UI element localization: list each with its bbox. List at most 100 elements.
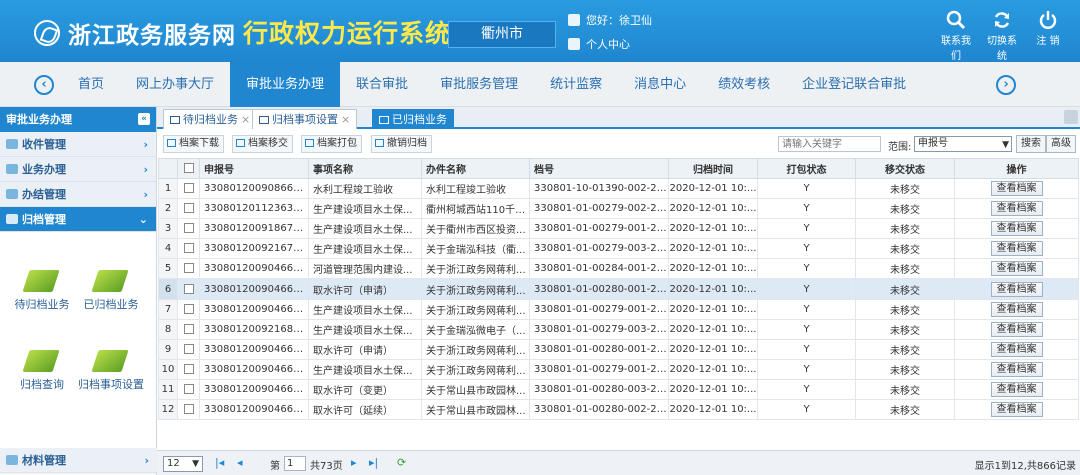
row-checkbox[interactable] (177, 198, 200, 220)
nav-item-enterprise[interactable]: 企业登记联合审批 (786, 62, 922, 107)
tile-pending-archive[interactable]: 待归档业务 (9, 266, 75, 312)
checkbox[interactable] (183, 243, 194, 254)
col-header[interactable]: 事项名称 (308, 158, 422, 179)
table-row[interactable]: 3 3308012009186781... 生产建设项目水土保... 关于衢州市西区投… (158, 218, 1079, 240)
tab-archive-settings[interactable]: 归档事项设置 × (252, 109, 358, 129)
row-checkbox[interactable] (177, 298, 200, 320)
view-archive-button[interactable]: 查看档案 (990, 321, 1043, 337)
row-checkbox[interactable] (177, 338, 200, 360)
city-selector[interactable]: 衢州市 (448, 21, 556, 48)
nav-item-joint-approval[interactable]: 联合审批 (340, 62, 424, 107)
sidebar-group-completed[interactable]: 办结管理 › (0, 182, 156, 207)
nav-item-statistics[interactable]: 统计监察 (534, 62, 618, 107)
view-archive-button[interactable]: 查看档案 (990, 241, 1043, 257)
table-row[interactable]: 11 3308012009046638... 取水许可（变更） 关于常山县市政园林..… (158, 378, 1079, 401)
view-archive-button[interactable]: 查看档案 (990, 221, 1043, 237)
nav-prev-arrow-icon[interactable]: ‹ (34, 75, 54, 95)
checkbox[interactable] (183, 343, 194, 354)
scope-select[interactable]: 申报号 ▼ (914, 136, 1012, 152)
col-header[interactable]: 打包状态 (757, 158, 856, 179)
checkbox[interactable] (183, 404, 194, 415)
view-archive-button[interactable]: 查看档案 (990, 381, 1043, 397)
nav-next-arrow-icon[interactable]: › (996, 75, 1016, 95)
view-archive-button[interactable]: 查看档案 (990, 281, 1043, 297)
close-icon[interactable]: × (341, 113, 350, 126)
tab-pending-archive[interactable]: 待归档业务 × (163, 109, 258, 129)
refresh-icon[interactable]: ⟳ (397, 456, 406, 469)
table-row[interactable]: 8 3308012009216800... 生产建设项目水土保... 关于金瑞泓微电子… (158, 318, 1079, 340)
checkbox[interactable] (183, 223, 194, 234)
table-row[interactable]: 12 3308012009046637... 取水许可（延续） 关于常山县市政园林..… (158, 399, 1079, 421)
first-page-icon[interactable]: |◂ (215, 456, 224, 469)
col-header[interactable]: 办件名称 (421, 158, 530, 179)
row-checkbox[interactable] (177, 358, 200, 380)
col-header[interactable]: 档号 (529, 158, 669, 179)
transfer-archive-button[interactable]: 档案移交 (232, 135, 293, 153)
table-row[interactable]: 7 3308012009046639... 生产建设项目水土保... 关于浙江政务网蒋… (158, 298, 1079, 320)
last-page-icon[interactable]: ▸| (369, 456, 378, 469)
collapse-icon[interactable]: « (138, 113, 150, 125)
sidebar-group-materials[interactable]: 材料管理 › (0, 448, 157, 473)
row-checkbox[interactable] (177, 318, 200, 340)
checkbox[interactable] (183, 203, 194, 214)
table-row[interactable]: 4 3308012009216798... 生产建设项目水土保... 关于金瑞泓科技（… (158, 238, 1079, 260)
col-header[interactable]: 申报号 (199, 158, 309, 179)
next-page-icon[interactable]: ▸ (351, 456, 357, 469)
logout-button[interactable]: 注 销 (1030, 10, 1066, 62)
switch-system-button[interactable]: 切换系统 (984, 10, 1020, 62)
advanced-search-button[interactable]: 高级 (1046, 135, 1076, 153)
row-checkbox[interactable] (177, 218, 200, 240)
view-archive-button[interactable]: 查看档案 (990, 301, 1043, 317)
revoke-archive-button[interactable]: 撤销归档 (371, 135, 432, 153)
tile-archive-query[interactable]: 归档查询 (9, 346, 75, 392)
tile-archived[interactable]: 已归档业务 (78, 266, 144, 312)
nav-item-messages[interactable]: 消息中心 (618, 62, 702, 107)
view-archive-button[interactable]: 查看档案 (990, 181, 1043, 197)
col-header[interactable]: 操作 (954, 158, 1079, 179)
nav-item-online-hall[interactable]: 网上办事大厅 (120, 62, 230, 107)
view-archive-button[interactable]: 查看档案 (990, 261, 1043, 277)
view-archive-button[interactable]: 查看档案 (990, 402, 1043, 418)
table-row[interactable]: 1 3308012009086671... 水利工程竣工验收 水利工程竣工验收 3308… (158, 177, 1079, 200)
view-archive-button[interactable]: 查看档案 (990, 341, 1043, 357)
row-checkbox[interactable] (177, 278, 200, 300)
checkbox[interactable] (183, 363, 194, 374)
page-size-select[interactable]: 12 ▼ (163, 456, 203, 472)
prev-page-icon[interactable]: ◂ (237, 456, 243, 469)
sidebar-group-archive[interactable]: 归档管理 ⌄ (0, 207, 156, 232)
close-icon[interactable]: × (241, 113, 250, 126)
contact-us-button[interactable]: 联系我们 (938, 10, 974, 62)
row-checkbox[interactable] (177, 399, 200, 421)
col-header[interactable]: 移交状态 (855, 158, 955, 179)
table-row[interactable]: 5 3308012009046639... 河道管理范围内建设... 关于浙江政务网蒋… (158, 258, 1079, 280)
view-archive-button[interactable]: 查看档案 (990, 201, 1043, 217)
col-header[interactable]: 归档时间 (668, 158, 758, 179)
printer-icon[interactable] (1064, 110, 1078, 124)
sidebar-group-business[interactable]: 业务办理 › (0, 157, 156, 182)
nav-item-approval[interactable]: 审批业务办理 (230, 62, 341, 107)
table-row[interactable]: 10 3308012009046641... 生产建设项目水土保... 关于浙江政务网… (158, 358, 1079, 380)
personal-center-link[interactable]: 个人中心 (568, 36, 630, 52)
search-button[interactable]: 搜索 (1016, 135, 1046, 153)
table-row[interactable]: 2 3308012011236322... 生产建设项目水土保... 衢州柯城西站11… (158, 198, 1079, 220)
tile-archive-settings[interactable]: 归档事项设置 (78, 346, 144, 392)
checkbox[interactable] (183, 263, 194, 274)
search-input[interactable] (778, 136, 881, 152)
tab-archived[interactable]: 已归档业务 (372, 109, 454, 129)
checkbox[interactable] (183, 283, 194, 294)
row-checkbox[interactable] (177, 378, 200, 401)
pack-archive-button[interactable]: 档案打包 (301, 135, 362, 153)
checkbox[interactable] (183, 303, 194, 314)
select-all-checkbox[interactable] (177, 158, 200, 179)
row-checkbox[interactable] (177, 258, 200, 280)
page-number-input[interactable]: 1 (284, 456, 306, 471)
checkbox[interactable] (183, 183, 194, 194)
table-row[interactable]: 6 3308012009046638... 取水许可（申请） 关于浙江政务网蒋利...… (158, 278, 1079, 300)
nav-item-performance[interactable]: 绩效考核 (702, 62, 786, 107)
sidebar-group-receive[interactable]: 收件管理 › (0, 132, 156, 157)
view-archive-button[interactable]: 查看档案 (990, 361, 1043, 377)
row-checkbox[interactable] (177, 177, 200, 200)
download-archive-button[interactable]: 档案下载 (163, 135, 224, 153)
checkbox[interactable] (183, 323, 194, 334)
table-row[interactable]: 9 3308012009046641... 取水许可（申请） 关于浙江政务网蒋利...… (158, 338, 1079, 360)
